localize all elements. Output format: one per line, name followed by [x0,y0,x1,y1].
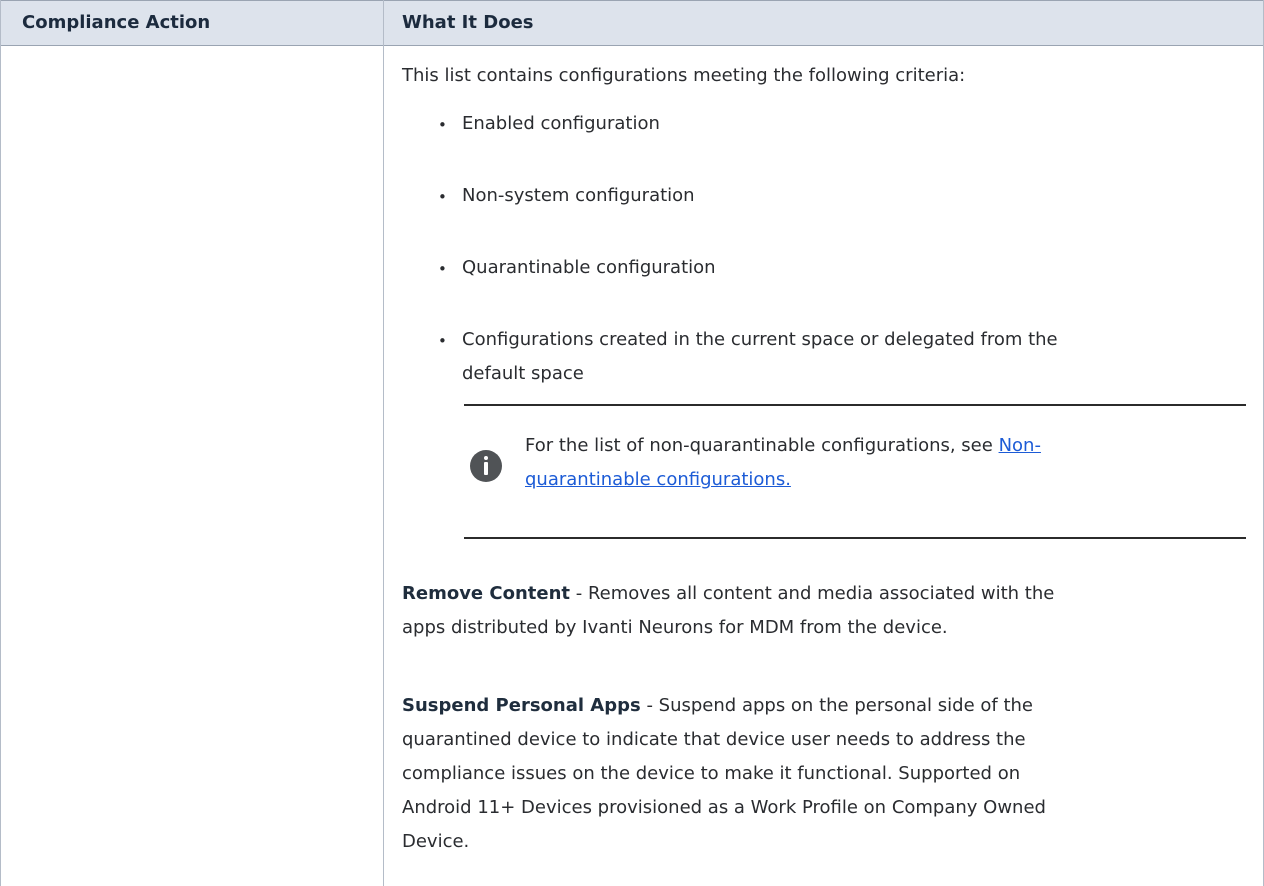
table-header: Compliance Action What It Does [0,0,1264,46]
non-quarantinable-link[interactable]: Non- [999,435,1041,456]
note-text: For the list of non-quarantinable config… [525,435,999,456]
note-top-rule [464,404,1246,406]
suspend-apps-line-1: Suspend Personal Apps - Suspend apps on … [402,690,1033,721]
remove-content-desc: - Removes all content and media associat… [570,583,1055,604]
compliance-table: Compliance Action What It Does This list… [0,0,1264,886]
criteria-item-continuation: default space [462,363,584,384]
note-bottom-rule [464,537,1246,539]
header-what-it-does: What It Does [402,12,534,33]
remove-content-line-2: apps distributed by Ivanti Neurons for M… [402,617,948,638]
suspend-apps-line-5: Device. [402,831,470,852]
non-quarantinable-link-continuation[interactable]: quarantinable configurations. [525,469,791,490]
bullet-icon: • [438,260,447,278]
suspend-apps-desc: - Suspend apps on the personal side of t… [640,695,1033,716]
bullet-icon: • [438,116,447,134]
remove-content-title: Remove Content [402,583,571,604]
suspend-apps-line-3: compliance issues on the device to make … [402,763,1021,784]
criteria-item: Non-system configuration [462,185,695,206]
criteria-intro: This list contains configurations meetin… [402,65,966,86]
suspend-apps-title: Suspend Personal Apps [402,695,641,716]
bullet-icon: • [438,188,447,206]
remove-content-line-1: Remove Content - Removes all content and… [402,578,1054,609]
criteria-item: Quarantinable configuration [462,257,716,278]
header-compliance-action: Compliance Action [22,12,211,33]
criteria-item: Enabled configuration [462,113,660,134]
criteria-item: Configurations created in the current sp… [462,329,1058,350]
column-divider [383,0,384,886]
note-line-1: For the list of non-quarantinable config… [525,430,1041,461]
suspend-apps-line-2: quarantined device to indicate that devi… [402,729,1026,750]
bullet-icon: • [438,332,447,350]
suspend-apps-line-4: Android 11+ Devices provisioned as a Wor… [402,797,1046,818]
note-line-2: quarantinable configurations. [525,464,791,495]
info-icon [470,450,502,482]
table-left-border [0,0,1,886]
